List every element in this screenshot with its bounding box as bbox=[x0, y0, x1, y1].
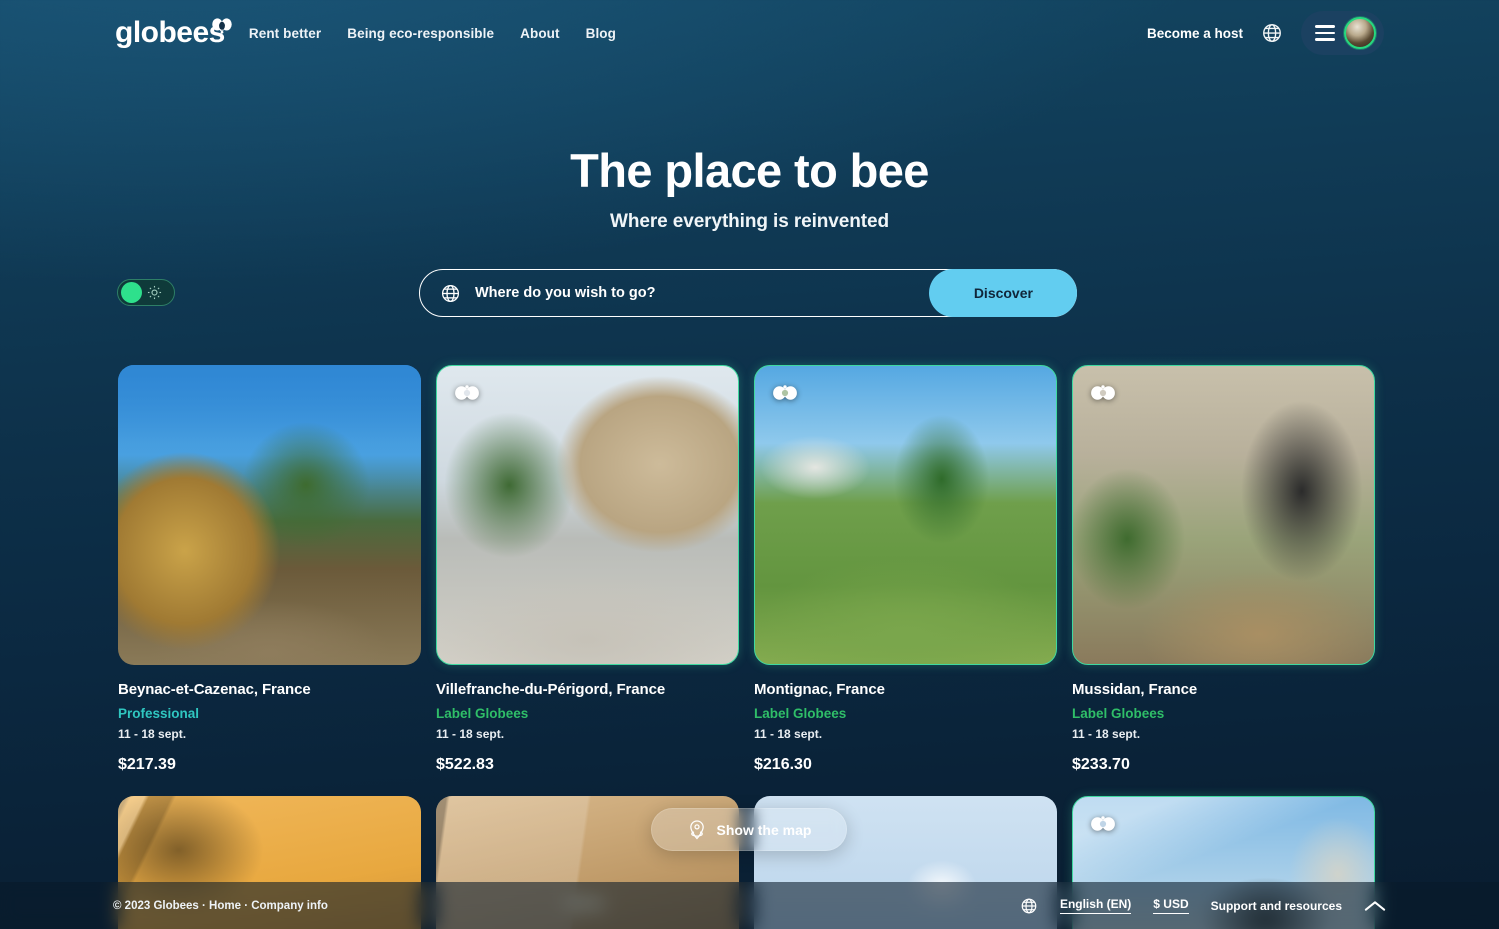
footer-copyright[interactable]: © 2023 Globees · Home · Company info bbox=[113, 900, 328, 912]
bee-wings-icon bbox=[455, 385, 479, 400]
listing-photo[interactable] bbox=[436, 365, 739, 665]
listing-label: Label Globees bbox=[1072, 706, 1165, 721]
user-avatar[interactable] bbox=[1344, 17, 1376, 49]
listing-dates: 11 - 18 sept. bbox=[436, 727, 505, 741]
listing-title: Mussidan, France bbox=[1072, 681, 1198, 698]
bee-wings-icon bbox=[1091, 385, 1115, 400]
globe-icon[interactable] bbox=[1020, 897, 1038, 915]
become-a-host-link[interactable]: Become a host bbox=[1147, 26, 1243, 41]
listing-photo[interactable] bbox=[754, 365, 1057, 665]
hamburger-menu-icon[interactable] bbox=[1315, 25, 1335, 41]
discover-button[interactable]: Discover bbox=[929, 269, 1078, 317]
nav-being-eco-responsible[interactable]: Being eco-responsible bbox=[347, 26, 494, 41]
listing-label: Label Globees bbox=[754, 706, 847, 721]
map-pin-icon bbox=[689, 819, 704, 839]
primary-nav: Rent better Being eco-responsible About … bbox=[249, 26, 616, 41]
listing-dates: 11 - 18 sept. bbox=[754, 727, 823, 741]
globe-icon bbox=[441, 284, 460, 302]
nav-rent-better[interactable]: Rent better bbox=[249, 26, 321, 41]
sun-icon bbox=[147, 285, 162, 300]
show-map-button[interactable]: Show the map bbox=[651, 808, 847, 851]
listing-price: $233.70 bbox=[1072, 756, 1130, 773]
eco-mode-toggle[interactable] bbox=[117, 279, 175, 306]
logo[interactable]: globees bbox=[115, 16, 232, 49]
listing-card[interactable]: Villefranche-du-Périgord, France Label G… bbox=[436, 365, 739, 774]
nav-about[interactable]: About bbox=[520, 26, 559, 41]
bee-wings-icon bbox=[212, 18, 232, 38]
currency-selector[interactable]: $ USD bbox=[1153, 897, 1189, 914]
hero-title: The place to bee bbox=[570, 144, 929, 197]
site-header: globees Rent better Being eco-responsibl… bbox=[0, 0, 1499, 66]
listing-card[interactable]: Mussidan, France Label Globees 11 - 18 s… bbox=[1072, 365, 1375, 774]
chevron-up-icon[interactable] bbox=[1364, 899, 1386, 913]
listing-card[interactable]: Montignac, France Label Globees 11 - 18 … bbox=[754, 365, 1057, 774]
header-actions: Become a host bbox=[1147, 11, 1384, 55]
listing-dates: 11 - 18 sept. bbox=[1072, 727, 1141, 741]
destination-search-bar: Discover bbox=[419, 269, 1078, 317]
listing-title: Beynac-et-Cazenac, France bbox=[118, 681, 311, 698]
nav-blog[interactable]: Blog bbox=[586, 26, 616, 41]
listing-price: $216.30 bbox=[754, 756, 812, 773]
bee-wings-icon bbox=[773, 385, 797, 400]
bee-wings-icon bbox=[1091, 816, 1115, 831]
account-menu-pill[interactable] bbox=[1301, 11, 1384, 55]
search-input[interactable] bbox=[461, 285, 930, 301]
globe-icon[interactable] bbox=[1261, 22, 1283, 44]
hero-subtitle: Where everything is reinvented bbox=[610, 210, 889, 232]
listing-card[interactable]: Beynac-et-Cazenac, France Professional 1… bbox=[118, 365, 421, 774]
listing-photo[interactable] bbox=[118, 365, 421, 665]
listing-label: Label Globees bbox=[436, 706, 529, 721]
listing-title: Montignac, France bbox=[754, 681, 885, 698]
logo-text: globees bbox=[115, 16, 225, 49]
show-map-label: Show the map bbox=[716, 821, 812, 838]
listing-label: Professional bbox=[118, 706, 200, 721]
toggle-knob bbox=[121, 282, 142, 303]
listing-price: $522.83 bbox=[436, 756, 494, 773]
site-footer: © 2023 Globees · Home · Company info Eng… bbox=[0, 882, 1499, 929]
language-selector[interactable]: English (EN) bbox=[1059, 897, 1132, 914]
hero-section: The place to bee Where everything is rei… bbox=[0, 145, 1499, 233]
listing-dates: 11 - 18 sept. bbox=[118, 727, 187, 741]
footer-settings: English (EN) $ USD Support and resources bbox=[1020, 897, 1386, 915]
support-and-resources-link[interactable]: Support and resources bbox=[1211, 899, 1342, 913]
listing-photo[interactable] bbox=[1072, 365, 1375, 665]
listing-price: $217.39 bbox=[118, 756, 176, 773]
listing-title: Villefranche-du-Périgord, France bbox=[436, 681, 666, 698]
